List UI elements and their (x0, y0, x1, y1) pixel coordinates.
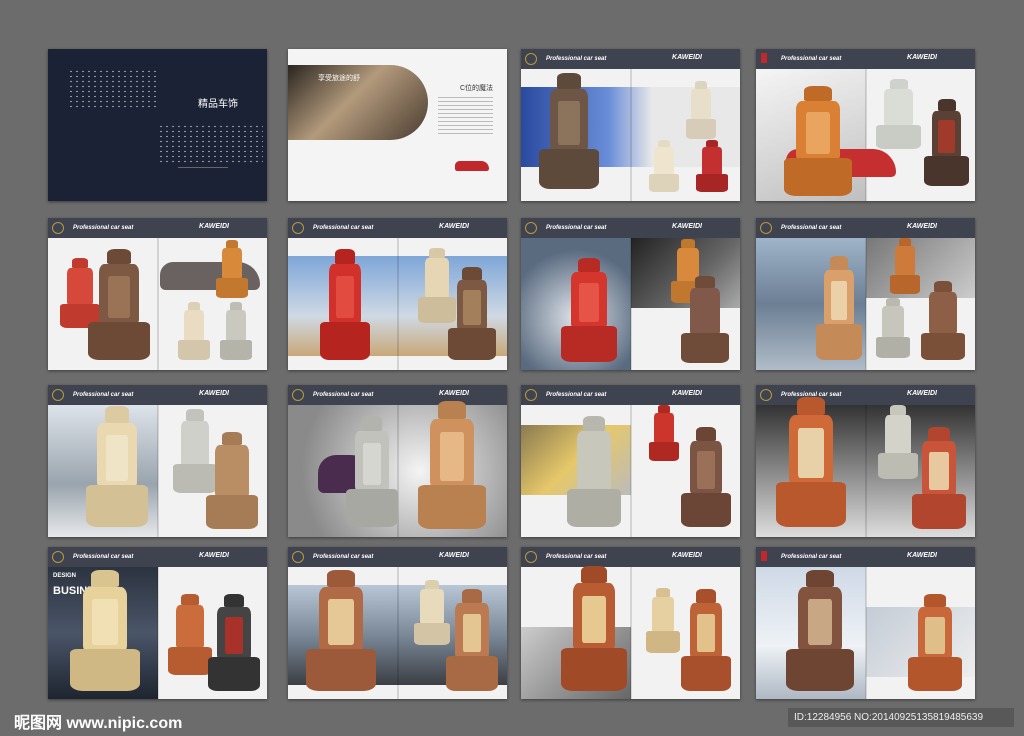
seat-red (696, 139, 728, 192)
seat-tan (446, 588, 498, 691)
seat-orange-2 (681, 588, 731, 691)
watermark-site[interactable]: 昵图网 www.nipic.com (14, 709, 182, 733)
seat-beige (86, 406, 148, 527)
catalog-spread-1[interactable]: Professional car seat KAWEIDI (521, 49, 740, 201)
page-header: Professional car seat KAWEIDI (48, 547, 267, 567)
seat-cream (646, 588, 680, 653)
page-header: Professional car seat KAWEIDI (288, 547, 507, 567)
seat-red (320, 248, 370, 360)
page-header: Professional car seat KAWEIDI (48, 218, 267, 238)
catalog-spread-8[interactable]: Professional car seat KAWEIDI (288, 385, 507, 537)
seat-brown (681, 276, 729, 363)
seat-brown (88, 248, 150, 360)
seat-red (912, 426, 966, 529)
seat-red (649, 405, 679, 461)
seat-orange (776, 397, 846, 527)
catalog-spread-4[interactable]: Professional car seat KAWEIDI (288, 218, 507, 370)
seat-orange (890, 238, 920, 294)
seat-orange (168, 593, 212, 675)
page-header: Professional car seat KAWEIDI (756, 49, 975, 69)
seat-orange (561, 565, 627, 691)
footer: 昵图网 www.nipic.com ID:12284956 NO:2014092… (0, 705, 1024, 733)
car-photo (866, 238, 975, 298)
cover-title: 精品车饰 (198, 99, 238, 110)
seat-orange (784, 85, 852, 196)
intro-subtitle: C位的魔法 (460, 85, 494, 92)
seat-grey (876, 79, 921, 149)
star-pattern (158, 124, 263, 164)
seat-tan (816, 255, 862, 360)
seat-darkbrown (924, 99, 969, 186)
seat-grey (567, 415, 621, 527)
star-pattern (68, 69, 158, 109)
image-id-box: ID:12284956 NO:20140925135819485639 (788, 708, 1014, 727)
seat-grey (346, 415, 398, 527)
page-header: Professional car seat KAWEIDI (521, 547, 740, 567)
page-header: Professional car seat KAWEIDI (756, 547, 975, 567)
page-header: Professional car seat KAWEIDI (521, 49, 740, 69)
seat-orange (908, 593, 962, 691)
catalog-spread-7[interactable]: Professional car seat KAWEIDI (48, 385, 267, 537)
seat-red (561, 257, 617, 362)
cover-contact (178, 167, 228, 184)
image-id: ID:12284956 NO:20140925135819485639 (794, 712, 984, 723)
page-header: Professional car seat KAWEIDI (288, 218, 507, 238)
catalog-spread-5[interactable]: Professional car seat KAWEIDI (521, 218, 740, 370)
catalog-spread-13[interactable]: Professional car seat KAWEIDI (521, 547, 740, 699)
seat-orange (216, 240, 248, 298)
seat-grey (876, 297, 910, 358)
seat-tan (418, 401, 486, 529)
catalog-spread-10[interactable]: Professional car seat KAWEIDI (756, 385, 975, 537)
seat-brown (306, 570, 376, 691)
catalog-spread-6[interactable]: Professional car seat KAWEIDI (756, 218, 975, 370)
intro-spread[interactable]: 享受旅途的舒 C位的魔法 (288, 49, 507, 201)
catalog-spread-3[interactable]: Professional car seat KAWEIDI (48, 218, 267, 370)
seat-black (208, 593, 260, 691)
intro-text-block (438, 97, 493, 137)
intro-headline: 享受旅途的舒 (318, 75, 360, 82)
catalog-spread-12[interactable]: Professional car seat KAWEIDI (288, 547, 507, 699)
seat-brown (448, 267, 496, 360)
catalog-spread-2[interactable]: Professional car seat KAWEIDI (756, 49, 975, 201)
page-header: Professional car seat KAWEIDI (48, 385, 267, 405)
seat-beige (70, 570, 140, 691)
seat-grey (220, 302, 252, 360)
page-header: Professional car seat KAWEIDI (756, 218, 975, 238)
seat-beige (178, 302, 210, 360)
catalog-spread-9[interactable]: Professional car seat KAWEIDI (521, 385, 740, 537)
seat-brown (539, 73, 599, 189)
design-text: DESIGN (53, 573, 77, 579)
cover-spread[interactable]: 精品车饰 (48, 49, 267, 201)
seat-cream (686, 81, 716, 139)
seat-tan (206, 431, 258, 529)
seat-brown (786, 570, 854, 691)
catalog-spread-11[interactable]: Professional car seat KAWEIDI DESIGN BUSI… (48, 547, 267, 699)
page-header: Professional car seat KAWEIDI (288, 385, 507, 405)
page-header: Professional car seat KAWEIDI (521, 218, 740, 238)
seat-brown (681, 427, 731, 527)
seat-beige (649, 139, 679, 192)
seat-cream (414, 580, 450, 645)
page-header: Professional car seat KAWEIDI (521, 385, 740, 405)
seat-brown (921, 281, 965, 360)
page-header: Professional car seat KAWEIDI (756, 385, 975, 405)
catalog-spread-14[interactable]: Professional car seat KAWEIDI (756, 547, 975, 699)
red-car (455, 161, 489, 171)
